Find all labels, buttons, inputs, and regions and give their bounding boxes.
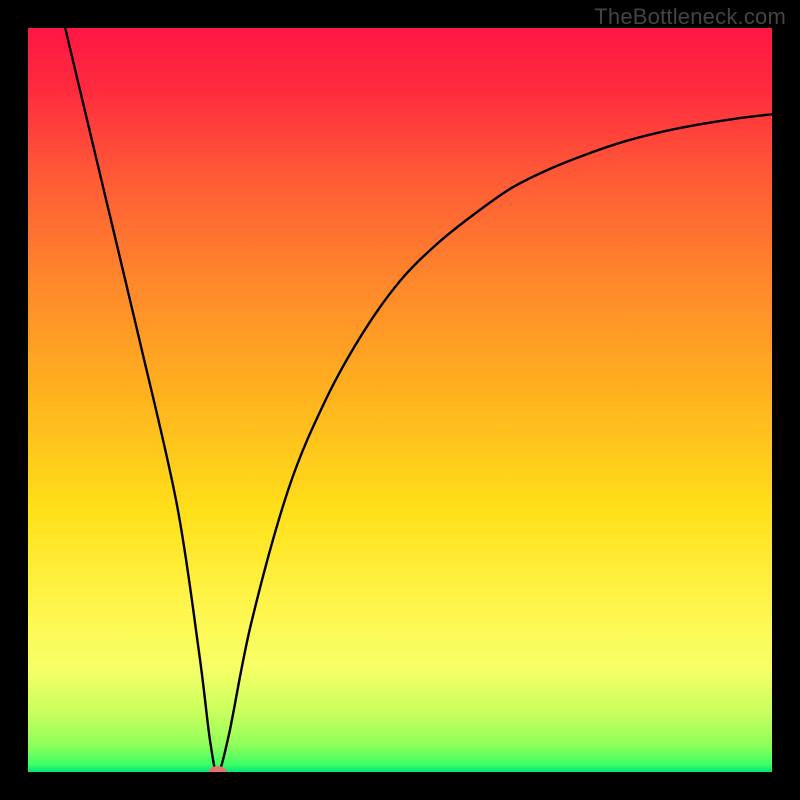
chart-frame: TheBottleneck.com [0, 0, 800, 800]
gradient-background [28, 28, 772, 772]
watermark-text: TheBottleneck.com [594, 4, 786, 30]
chart-svg [28, 28, 772, 772]
plot-area [28, 28, 772, 772]
